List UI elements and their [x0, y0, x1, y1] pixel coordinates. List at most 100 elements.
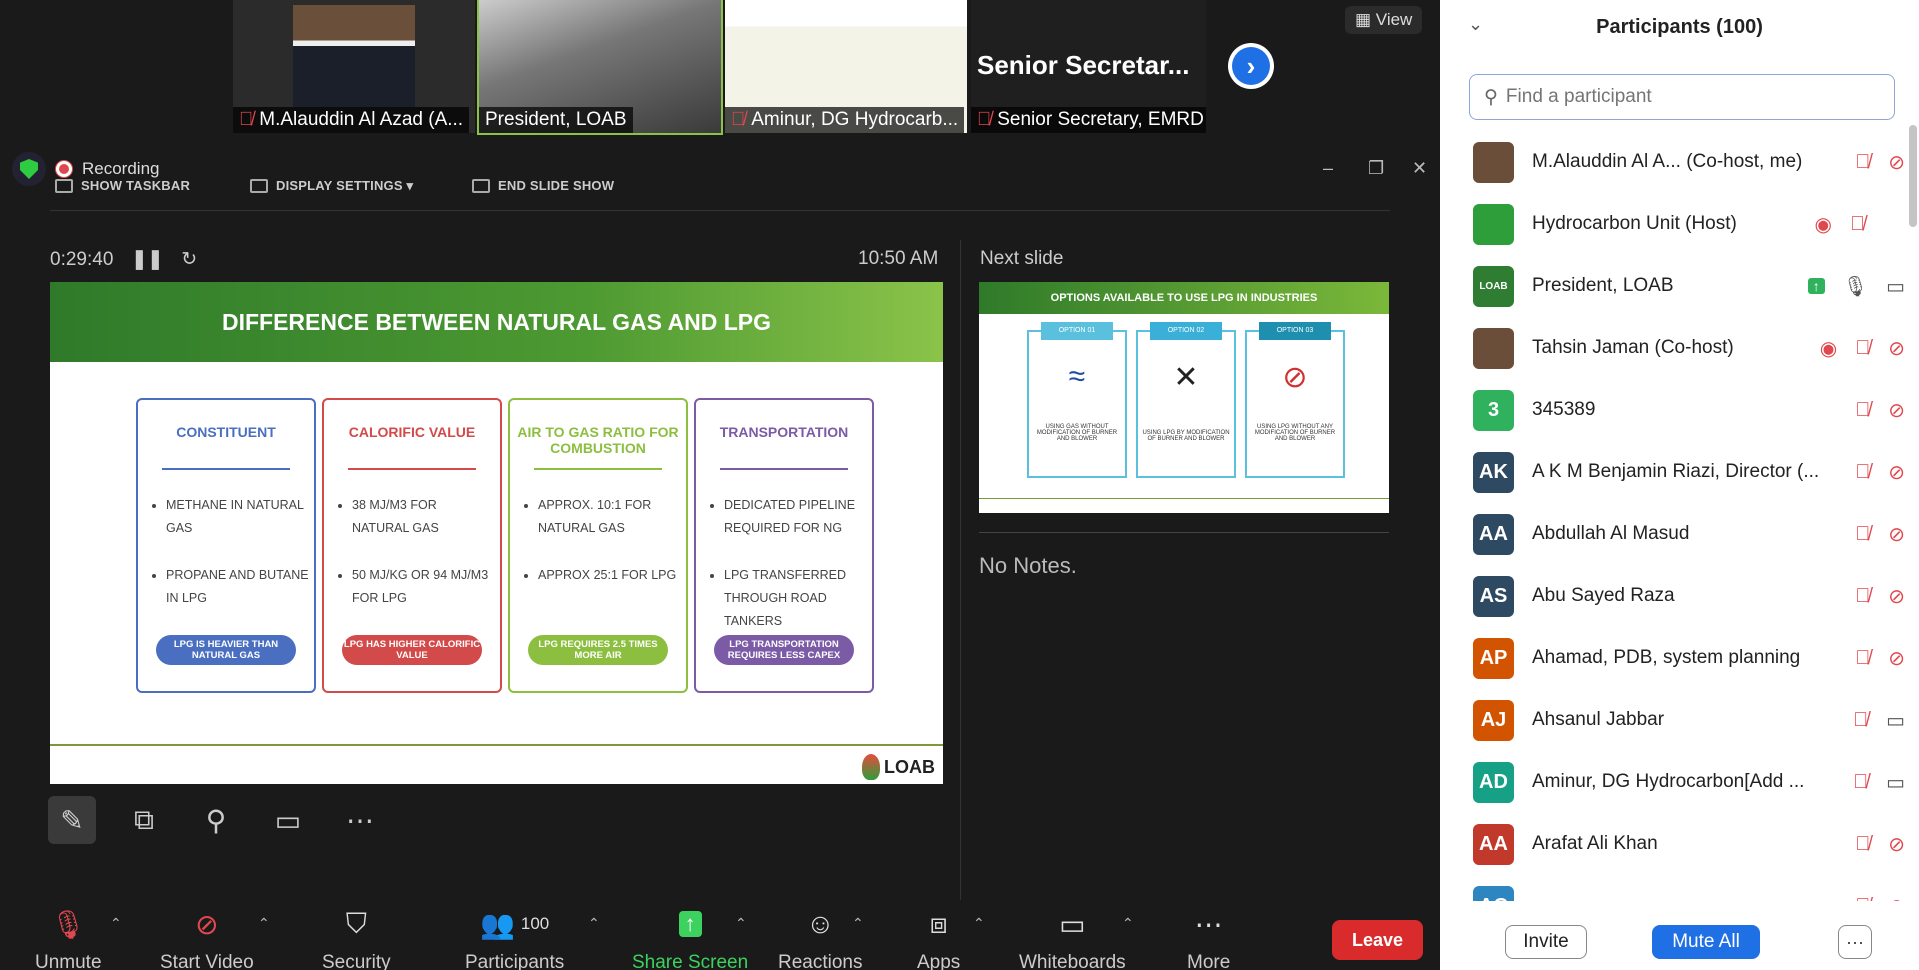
participants-button[interactable]: 👥 100 Participants [465, 906, 564, 970]
video-icon: ▭ [1886, 709, 1905, 732]
mic-muted-icon: 🎙̸ [1855, 336, 1871, 359]
option-tag: OPTION 01 [1041, 322, 1113, 340]
participant-row[interactable]: AJ Ahsanul Jabbar 🎙̸ ▭ [1440, 689, 1905, 751]
end-slide-show-button[interactable]: END SLIDE SHOW [472, 178, 614, 193]
apps-button[interactable]: ⧈ Apps [917, 906, 960, 970]
participant-status: 🎙̸ ⊘ [1855, 398, 1905, 423]
card-summary-pill: LPG REQUIRES 2.5 TIMES MORE AIR [528, 635, 668, 665]
option-box: OPTION 03 ⊘ USING LPG WITHOUT ANY MODIFICA… [1245, 322, 1345, 478]
card-bullet: APPROX 25:1 FOR LPG [538, 564, 682, 587]
share-options-caret[interactable]: ⌃ [735, 915, 747, 932]
video-tile[interactable]: 🎙̸ Aminur, DG Hydrocarb... [725, 0, 967, 133]
participants-caret[interactable]: ⌃ [588, 915, 600, 932]
more-options-button[interactable]: ··· [1838, 925, 1872, 959]
video-tile[interactable]: Senior Secretar... 🎙̸ Senior Secretary, E… [971, 0, 1206, 133]
shield-icon: ⛉ [345, 907, 367, 939]
mic-muted-icon: 🎙̸ [1853, 708, 1869, 731]
option-tag: OPTION 03 [1259, 322, 1331, 340]
video-tile[interactable]: 🎙̸ M.Alauddin Al Azad (A... [233, 0, 475, 133]
end-show-icon [472, 178, 490, 193]
participant-row[interactable]: AC 🎙̸ ⊘ [1440, 875, 1905, 901]
video-tile-active[interactable]: President, LOAB [477, 0, 723, 135]
avatar [1473, 203, 1514, 245]
search-input[interactable] [1505, 86, 1886, 108]
card-bullets: DEDICATED PIPELINE REQUIRED FOR NG LPG TR… [696, 494, 872, 633]
video-icon: ▭ [1886, 275, 1905, 298]
mic-muted-icon: 🎙̸ [1855, 150, 1871, 173]
whiteboards-button[interactable]: ▭ Whiteboards [1019, 906, 1126, 970]
apps-caret[interactable]: ⌃ [973, 915, 985, 932]
security-button[interactable]: ⛉ Security [322, 906, 391, 970]
participant-row[interactable]: AS Abu Sayed Raza 🎙̸ ⊘ [1440, 565, 1905, 627]
mic-muted-icon: 🎙̸ [239, 109, 254, 130]
start-video-button[interactable]: ⊘ Start Video [160, 906, 254, 970]
participant-row[interactable]: AA Arafat Ali Khan 🎙̸ ⊘ [1440, 813, 1905, 875]
video-options-caret[interactable]: ⌃ [258, 915, 270, 932]
divider [979, 532, 1389, 533]
participant-name: Ahsanul Jabbar [1532, 709, 1665, 730]
option-icon: ✕ [1173, 361, 1199, 394]
share-screen-button[interactable]: ↑ Share Screen [632, 906, 748, 970]
card-bullet: APPROX. 10:1 FOR NATURAL GAS [538, 494, 682, 540]
participant-name: Abu Sayed Raza [1532, 585, 1675, 606]
invite-button[interactable]: Invite [1505, 925, 1587, 959]
scrollbar[interactable] [1909, 125, 1917, 227]
zoom-icon[interactable]: ⚲ [192, 796, 240, 844]
card-bullet: 38 MJ/M3 FOR NATURAL GAS [352, 494, 496, 540]
panel-header: ⌄ Participants (100) [1440, 0, 1919, 60]
participant-row[interactable]: Hydrocarbon Unit (Host) ◉ 🎙̸ [1440, 193, 1905, 255]
reactions-button[interactable]: ☺ Reactions [778, 906, 863, 970]
participants-panel: ⌄ Participants (100) ⚲ M.Alauddin Al A..… [1440, 0, 1919, 970]
participant-search[interactable]: ⚲ [1469, 74, 1895, 120]
minimize-icon[interactable]: – [1323, 158, 1333, 179]
pen-icon[interactable]: ✎ [48, 796, 96, 844]
show-taskbar-button[interactable]: SHOW TASKBAR [55, 178, 190, 193]
card-bullet: DEDICATED PIPELINE REQUIRED FOR NG [724, 494, 868, 540]
avatar: AK [1473, 451, 1514, 493]
leave-button[interactable]: Leave [1332, 920, 1423, 960]
card-bullet: METHANE IN NATURAL GAS [166, 494, 310, 540]
video-off-icon: ⊘ [195, 908, 219, 940]
mic-muted-icon: 🎙̸ [1853, 770, 1869, 793]
video-off-icon: ⊘ [1888, 151, 1905, 174]
display-settings-button[interactable]: DISPLAY SETTINGS ▾ [250, 178, 413, 194]
tile-name: 🎙̸ Senior Secretary, EMRD [971, 107, 1206, 133]
hide-screen-icon[interactable]: ▭ [264, 796, 312, 844]
card-heading: AIR TO GAS RATIO FOR COMBUSTION [517, 424, 679, 456]
participant-status: 🎙̸ ▭ [1853, 708, 1905, 733]
more-button[interactable]: ⋯ More [1187, 906, 1230, 970]
slide-title: DIFFERENCE BETWEEN NATURAL GAS AND LPG [50, 282, 943, 362]
participant-row[interactable]: 3 345389 🎙̸ ⊘ [1440, 379, 1905, 441]
reset-icon[interactable]: ↻ [181, 248, 197, 271]
participant-row[interactable]: AA Abdullah Al Masud 🎙̸ ⊘ [1440, 503, 1905, 565]
next-page-button[interactable]: › [1228, 43, 1274, 89]
slides-icon[interactable]: ⧉ [120, 796, 168, 844]
participant-list[interactable]: M.Alauddin Al A... (Co-host, me) 🎙̸ ⊘ Hydro… [1440, 131, 1905, 901]
pause-icon[interactable]: ❚❚ [131, 248, 163, 271]
more-options-icon[interactable]: ⋯ [336, 796, 384, 844]
participant-row[interactable]: AD Aminur, DG Hydrocarbon[Add ... 🎙̸ ▭ [1440, 751, 1905, 813]
participant-row[interactable]: M.Alauddin Al A... (Co-host, me) 🎙̸ ⊘ [1440, 131, 1905, 193]
next-slide-title: OPTIONS AVAILABLE TO USE LPG IN INDUSTRI… [979, 282, 1389, 314]
participant-row[interactable]: AK A K M Benjamin Riazi, Director (... 🎙̸ ⊘ [1440, 441, 1905, 503]
video-off-icon: ⊘ [1888, 894, 1905, 902]
mute-all-button[interactable]: Mute All [1652, 925, 1760, 959]
participant-row[interactable]: Tahsin Jaman (Co-host) ◉ 🎙̸ ⊘ [1440, 317, 1905, 379]
video-off-icon: ⊘ [1888, 585, 1905, 608]
reactions-caret[interactable]: ⌃ [852, 915, 864, 932]
mic-muted-icon: 🎙̸ [1855, 832, 1871, 855]
participant-row[interactable]: AP Ahamad, PDB, system planning 🎙̸ ⊘ [1440, 627, 1905, 689]
restore-icon[interactable]: ❐ [1368, 158, 1384, 179]
participant-row[interactable]: LOAB President, LOAB ↑ 🎙 ▭ [1440, 255, 1905, 317]
pane-divider[interactable] [960, 240, 961, 900]
view-button[interactable]: ▦ View [1345, 6, 1423, 34]
video-off-icon: ⊘ [1888, 523, 1905, 546]
next-slide-preview[interactable]: OPTIONS AVAILABLE TO USE LPG IN INDUSTRI… [979, 282, 1389, 513]
whiteboards-caret[interactable]: ⌃ [1122, 915, 1134, 932]
unmute-button[interactable]: 🎙 Unmute [35, 906, 102, 970]
close-icon[interactable]: ✕ [1412, 158, 1427, 179]
card-bullet: LPG TRANSFERRED THROUGH ROAD TANKERS [724, 564, 868, 633]
meeting-area: 🎙̸ M.Alauddin Al Azad (A... President, LO… [0, 0, 1440, 970]
option-box: OPTION 02 ✕ USING LPG BY MODIFICATION OF B… [1136, 322, 1236, 478]
audio-options-caret[interactable]: ⌃ [110, 915, 122, 932]
